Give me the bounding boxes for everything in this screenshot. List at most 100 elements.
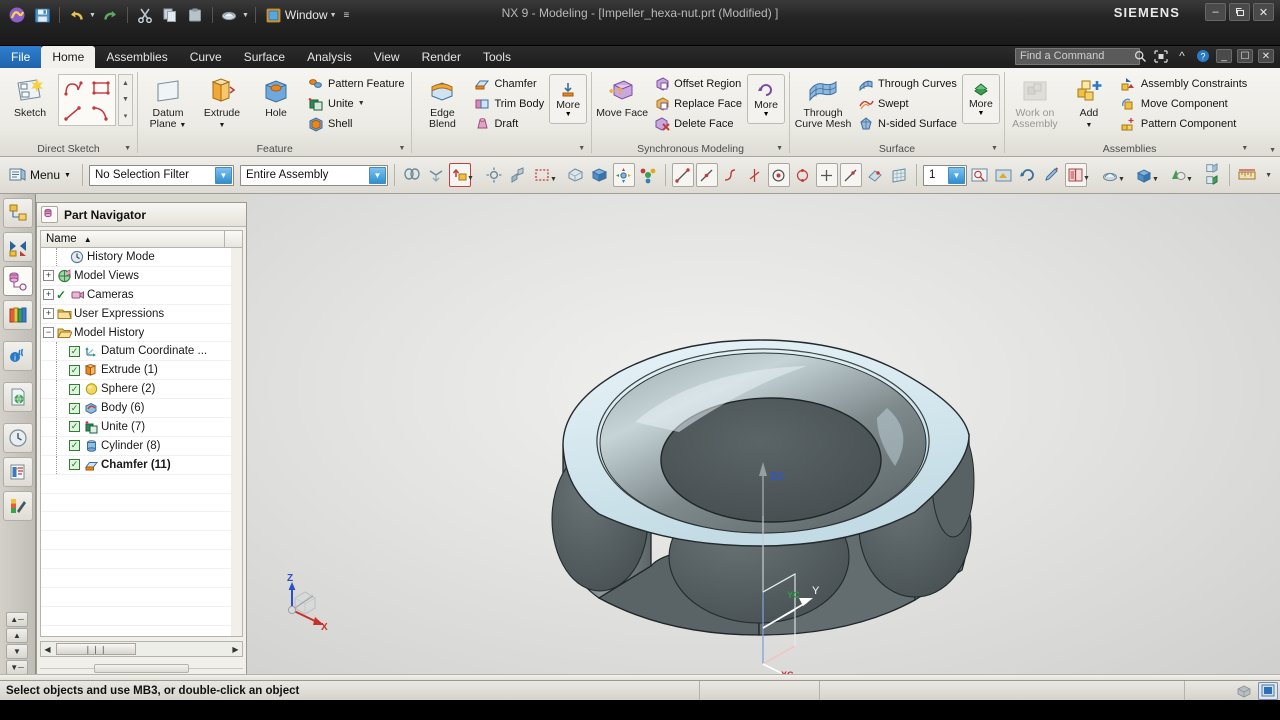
- reuse-library-icon[interactable]: [2, 300, 33, 330]
- dialog-launcher-icon[interactable]: ▼: [991, 145, 998, 152]
- gallery-expand-icon[interactable]: ▾: [124, 112, 128, 120]
- scroll-left-icon[interactable]: ◀: [41, 642, 54, 656]
- pattern-component-button[interactable]: Pattern Component: [1117, 114, 1250, 133]
- wireframe-icon[interactable]: [565, 163, 587, 187]
- part-navigator-vertical-scrollbar[interactable]: [231, 247, 243, 637]
- dialog-launcher-icon[interactable]: ▼: [776, 145, 783, 152]
- move-component-button[interactable]: Move Component: [1117, 94, 1250, 113]
- chamfer-button[interactable]: Chamfer: [470, 74, 547, 93]
- line-endpoint-icon[interactable]: [695, 163, 718, 187]
- feature-suppress-checkbox[interactable]: ✓: [69, 345, 80, 357]
- tree-item-cameras[interactable]: + ✓ Cameras: [41, 286, 242, 305]
- background-color-icon[interactable]: ▼: [1167, 163, 1193, 187]
- toolbar-overflow-icon[interactable]: ▼: [1265, 172, 1276, 179]
- expander-icon[interactable]: +: [43, 308, 54, 320]
- cut-icon[interactable]: [134, 4, 156, 26]
- chevron-down-icon[interactable]: ▼: [550, 176, 557, 183]
- existing-point-icon[interactable]: [815, 163, 838, 187]
- tree-item-datum-coordinate-system[interactable]: ✓ Datum Coordinate ...: [41, 342, 242, 362]
- hd3d-tools-icon[interactable]: i: [2, 341, 33, 371]
- find-command-input[interactable]: Find a Command: [1015, 48, 1140, 65]
- tab-surface[interactable]: Surface: [233, 46, 296, 68]
- wireframe-status-icon[interactable]: [1234, 682, 1254, 700]
- tab-view[interactable]: View: [363, 46, 411, 68]
- through-curve-mesh-button[interactable]: Through Curve Mesh: [794, 72, 852, 130]
- synchronous-more-button[interactable]: More ▼: [747, 74, 786, 124]
- history-icon[interactable]: [2, 423, 33, 453]
- graphics-window[interactable]: Z ZC Y X YC XC Z X: [247, 194, 1280, 680]
- column-header-extra[interactable]: [224, 231, 242, 247]
- grid-snap-icon[interactable]: [888, 163, 910, 187]
- help-icon[interactable]: ?: [1195, 48, 1211, 64]
- tab-home[interactable]: Home: [41, 46, 96, 68]
- save-icon[interactable]: [31, 4, 53, 26]
- feature-suppress-checkbox[interactable]: ✓: [69, 383, 80, 395]
- work-on-assembly-button[interactable]: Work on Assembly: [1009, 72, 1061, 130]
- part-navigator-horizontal-scrollbar[interactable]: ◀ ❘❘❘ ▶: [40, 641, 243, 657]
- dialog-launcher-icon[interactable]: ▼: [124, 145, 131, 152]
- intersection-point-icon[interactable]: [744, 163, 766, 187]
- tree-item-sphere-2[interactable]: ✓ Sphere (2): [41, 380, 242, 400]
- web-browser-icon[interactable]: [2, 382, 33, 412]
- draft-button[interactable]: Draft: [470, 114, 547, 133]
- arc-icon[interactable]: [87, 100, 115, 125]
- assembly-navigator-icon[interactable]: [2, 198, 33, 228]
- scroll-bottom-icon[interactable]: ▼─: [6, 660, 28, 675]
- rectangle-icon[interactable]: [87, 75, 115, 100]
- tree-item-cylinder-8[interactable]: ✓ Cylinder (8): [41, 436, 242, 456]
- select-region-icon[interactable]: [1153, 48, 1169, 64]
- expander-icon[interactable]: −: [43, 327, 54, 338]
- close-button[interactable]: ✕: [1253, 3, 1274, 21]
- tree-item-history-mode[interactable]: History Mode: [41, 248, 242, 267]
- paste-icon[interactable]: [184, 4, 206, 26]
- tab-curve[interactable]: Curve: [179, 46, 233, 68]
- curve-select-icon[interactable]: [483, 163, 505, 187]
- snap-point-icon[interactable]: [425, 163, 447, 187]
- search-icon[interactable]: [1132, 48, 1148, 64]
- hscroll-thumb[interactable]: ❘❘❘: [56, 643, 136, 655]
- view-orientation-triad[interactable]: Z X: [277, 570, 337, 633]
- n-sided-surface-button[interactable]: N-sided Surface: [854, 114, 960, 133]
- chevron-down-icon[interactable]: ▼: [1083, 175, 1090, 182]
- ribbon-overflow-icon[interactable]: ▼: [1269, 147, 1276, 154]
- feature-select-icon[interactable]: ▼: [448, 163, 474, 187]
- layer-visible-icon[interactable]: [993, 163, 1015, 187]
- splitter-grip[interactable]: [94, 663, 189, 673]
- part-navigator-pin-icon[interactable]: [41, 206, 58, 223]
- feature-suppress-checkbox[interactable]: ✓: [69, 459, 80, 471]
- model-viewport[interactable]: Z ZC Y X YC XC: [247, 194, 1280, 680]
- scroll-right-icon[interactable]: ▶: [229, 642, 242, 656]
- doc-minimize-button[interactable]: _: [1216, 49, 1232, 63]
- undo-icon[interactable]: [66, 4, 88, 26]
- chevron-down-icon[interactable]: ▼: [1186, 176, 1193, 183]
- move-face-button[interactable]: Move Face: [596, 72, 648, 119]
- layer-settings-icon[interactable]: [969, 163, 991, 187]
- annotation-icon[interactable]: [1041, 163, 1063, 187]
- tree-item-chamfer-11[interactable]: ✓ Chamfer (11): [41, 455, 242, 475]
- restore-button[interactable]: [1229, 3, 1250, 21]
- select-similar-icon[interactable]: [401, 163, 423, 187]
- window-menu-button[interactable]: Window ▼ ≡: [262, 8, 353, 23]
- chevron-down-icon[interactable]: ▼: [1118, 176, 1125, 183]
- measure-icon[interactable]: [1236, 163, 1258, 187]
- datum-plane-button[interactable]: Datum Plane ▼: [142, 72, 194, 131]
- sort-ascending-icon[interactable]: ▲: [84, 235, 92, 244]
- sketch-tools-gallery[interactable]: [58, 74, 116, 126]
- delete-face-button[interactable]: Delete Face: [650, 114, 745, 133]
- dialog-launcher-icon[interactable]: ▼: [578, 145, 585, 152]
- chevron-down-icon[interactable]: ▼: [368, 166, 386, 184]
- arc-center-icon[interactable]: [767, 163, 790, 187]
- feature-suppress-checkbox[interactable]: ✓: [69, 364, 80, 376]
- qat-overflow-icon[interactable]: ≡: [344, 10, 350, 21]
- hole-button[interactable]: Hole: [250, 72, 302, 119]
- scroll-up-icon[interactable]: ▲: [6, 628, 28, 643]
- face-select-icon[interactable]: [507, 163, 529, 187]
- sketch-gallery-scroll[interactable]: ▲ ▼ ▾: [118, 74, 133, 126]
- reset-view-icon[interactable]: [1017, 163, 1039, 187]
- line-icon[interactable]: [59, 100, 87, 125]
- render-style-icon[interactable]: ▼: [1099, 163, 1125, 187]
- shaded-icon[interactable]: [589, 163, 611, 187]
- replace-face-button[interactable]: Replace Face: [650, 94, 745, 113]
- trim-body-button[interactable]: Trim Body: [470, 94, 547, 113]
- roles-icon[interactable]: [2, 491, 33, 521]
